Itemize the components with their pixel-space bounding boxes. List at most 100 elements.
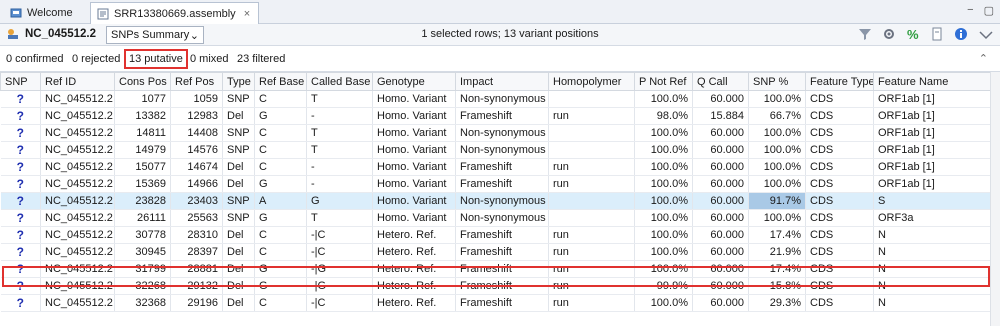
close-icon[interactable]: × [244, 8, 250, 20]
export-icon[interactable] [930, 27, 944, 41]
table-cell: 29196 [170, 294, 223, 312]
table-cell: Non-synonymous [455, 90, 549, 108]
table-row[interactable]: ? NC_045512.2 23828 23403 SNP A G Homo. Variant… [0, 192, 991, 210]
table-row[interactable]: ? NC_045512.2 15077 14674 Del C - Homo. Variant… [0, 158, 991, 176]
putative-icon[interactable]: ? [0, 124, 41, 142]
tab-assembly[interactable]: SRR13380669.assembly × [90, 2, 260, 24]
putative-icon[interactable]: ? [0, 158, 41, 176]
putative-icon[interactable]: ? [0, 90, 41, 108]
table-cell: N [873, 260, 991, 278]
table-cell: -|C [306, 294, 373, 312]
vertical-scrollbar[interactable] [990, 72, 1000, 326]
table-row[interactable]: ? NC_045512.2 1077 1059 SNP C T Homo. Variant No… [0, 90, 991, 108]
table-row[interactable]: ? NC_045512.2 32268 29132 Del G -|G Hetero. Ref… [0, 277, 991, 295]
table-cell: 17.4% [748, 260, 806, 278]
percent-icon[interactable]: % [906, 27, 920, 41]
rejected-count[interactable]: 0 rejected [72, 53, 120, 65]
table-cell: NC_045512.2 [40, 243, 115, 261]
table-cell: 60.000 [692, 124, 749, 142]
column-header[interactable]: Q Call [692, 72, 749, 91]
table-cell: 99.9% [634, 277, 693, 295]
table-cell: S [873, 192, 991, 210]
table-cell: Non-synonymous [455, 209, 549, 227]
column-header[interactable]: P Not Ref [634, 72, 693, 91]
table-cell: Hetero. Ref. [372, 243, 456, 261]
table-row[interactable]: ? NC_045512.2 15369 14966 Del G - Homo. Variant… [0, 175, 991, 193]
table-cell: Homo. Variant [372, 124, 456, 142]
putative-icon[interactable]: ? [0, 294, 41, 312]
table-cell: 15.8% [748, 277, 806, 295]
putative-icon[interactable]: ? [0, 107, 41, 125]
putative-icon[interactable]: ? [0, 209, 41, 227]
table-cell: 30945 [114, 243, 171, 261]
table-cell: NC_045512.2 [40, 294, 115, 312]
column-header[interactable]: Ref Base [254, 72, 307, 91]
maximize-icon[interactable]: ▢ [984, 4, 994, 17]
table-cell: 60.000 [692, 226, 749, 244]
column-header[interactable]: Impact [455, 72, 549, 91]
table-cell: 66.7% [748, 107, 806, 125]
gear-icon[interactable] [882, 27, 896, 41]
table-row[interactable]: ? NC_045512.2 32368 29196 Del C -|C Hetero. Ref… [0, 294, 991, 312]
table-cell: C [254, 124, 307, 142]
table-cell: 60.000 [692, 294, 749, 312]
table-cell: CDS [805, 141, 874, 159]
tab-welcome[interactable]: Welcome [4, 2, 81, 24]
table-cell: NC_045512.2 [40, 192, 115, 210]
table-row[interactable]: ? NC_045512.2 30778 28310 Del C -|C Hetero. Ref… [0, 226, 991, 244]
table-row[interactable]: ? NC_045512.2 13382 12983 Del G - Homo. Variant… [0, 107, 991, 125]
table-row[interactable]: ? NC_045512.2 30945 28397 Del C -|C Hetero. Ref… [0, 243, 991, 261]
putative-icon[interactable]: ? [0, 260, 41, 278]
info-icon[interactable] [954, 27, 968, 41]
putative-icon[interactable]: ? [0, 226, 41, 244]
putative-icon[interactable]: ? [0, 141, 41, 159]
table-cell: 60.000 [692, 209, 749, 227]
table-cell: SNP [222, 209, 255, 227]
column-header[interactable]: Ref ID [40, 72, 115, 91]
mixed-count[interactable]: 0 mixed [190, 53, 229, 65]
collapse-icon[interactable]: ⌃ [979, 52, 988, 65]
table-cell: CDS [805, 294, 874, 312]
table-cell: NC_045512.2 [40, 277, 115, 295]
table-cell: Del [222, 243, 255, 261]
view-select[interactable]: SNPs Summary ⌄ [106, 26, 204, 44]
column-header[interactable]: Feature Type [805, 72, 874, 91]
table-row[interactable]: ? NC_045512.2 26111 25563 SNP G T Homo. Variant… [0, 209, 991, 227]
table-row[interactable]: ? NC_045512.2 31799 28881 Del G -|G Hetero. Ref… [0, 260, 991, 278]
putative-icon[interactable]: ? [0, 175, 41, 193]
table-cell: 100.0% [634, 260, 693, 278]
putative-icon[interactable]: ? [0, 243, 41, 261]
table-cell: Homo. Variant [372, 141, 456, 159]
table-cell: Hetero. Ref. [372, 277, 456, 295]
table-cell: NC_045512.2 [40, 107, 115, 125]
putative-count[interactable]: 13 putative [124, 49, 188, 69]
view-menu-icon[interactable] [978, 27, 994, 41]
table-cell: 100.0% [634, 192, 693, 210]
confirmed-count[interactable]: 0 confirmed [6, 53, 63, 65]
filter-icon[interactable] [858, 27, 872, 41]
column-header[interactable]: Homopolymer [548, 72, 635, 91]
table-cell: 21.9% [748, 243, 806, 261]
column-header[interactable]: Feature Name [873, 72, 991, 91]
column-header[interactable]: SNP % [748, 72, 806, 91]
column-header[interactable]: Called Base [306, 72, 373, 91]
table-cell: Del [222, 107, 255, 125]
minimize-icon[interactable]: − [967, 4, 973, 17]
table-cell: ORF1ab [1] [873, 158, 991, 176]
putative-icon[interactable]: ? [0, 277, 41, 295]
column-header[interactable]: SNP [0, 72, 41, 91]
table-cell: N [873, 226, 991, 244]
variant-filter-bar: 0 confirmed 0 rejected 13 putative 0 mix… [0, 46, 1000, 72]
table-cell: ORF1ab [1] [873, 175, 991, 193]
column-header[interactable]: Ref Pos [170, 72, 223, 91]
putative-icon[interactable]: ? [0, 192, 41, 210]
table-row[interactable]: ? NC_045512.2 14811 14408 SNP C T Homo. Variant… [0, 124, 991, 142]
column-header[interactable]: Cons Pos [114, 72, 171, 91]
filtered-count[interactable]: 23 filtered [237, 53, 285, 65]
table-cell: 28397 [170, 243, 223, 261]
table-cell: 15369 [114, 175, 171, 193]
column-header[interactable]: Genotype [372, 72, 456, 91]
column-header[interactable]: Type [222, 72, 255, 91]
table-cell: T [306, 209, 373, 227]
table-row[interactable]: ? NC_045512.2 14979 14576 SNP C T Homo. Variant… [0, 141, 991, 159]
